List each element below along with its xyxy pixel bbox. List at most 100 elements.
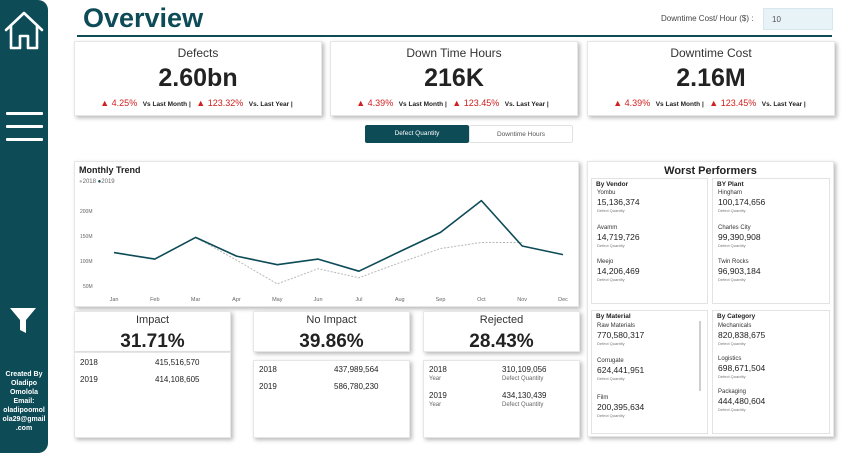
table-row-value: 586,780,230 [334, 382, 379, 391]
plant-panel: BY Plant Hingham 100,174,656 Defect Quanti… [712, 178, 830, 304]
x-tick-label: Oct [477, 297, 486, 303]
month-change: 4.39% [624, 98, 651, 108]
item-name: Logistics [718, 356, 742, 362]
impact-title: Impact [135, 314, 169, 326]
downtime-cost-label: Downtime Cost/ Hour ($) : [661, 14, 754, 23]
trend-chart: Jan Feb Mar Apr May Jun Jul Aug Sep Oct Nov Dec [110, 199, 568, 303]
credit-line: Oladipo [10, 380, 38, 387]
rejected-card: Rejected 28.43% [423, 311, 580, 352]
tab-defect-quantity[interactable]: Defect Quantity [365, 125, 469, 143]
credit-line: Email: [13, 398, 35, 405]
no-impact-value: 39.86% [299, 331, 364, 352]
rejected-table: 2018 Year 310,109,056 Defect Quantity 20… [423, 360, 580, 438]
item-name: Yombu [597, 190, 616, 196]
author-credit: Created By Oladipo Omolola Email: oladip… [0, 370, 48, 433]
title-divider [77, 35, 832, 37]
material-heading: By Material [596, 313, 631, 320]
table-row-value: 434,130,439 [502, 391, 547, 400]
tab-downtime-hours[interactable]: Downtime Hours [469, 125, 573, 143]
home-icon[interactable] [2, 8, 46, 52]
month-change: 4.25% [111, 98, 138, 108]
item-name: Film [597, 395, 609, 401]
item-name: Packaging [718, 389, 747, 395]
kpi-title: Downtime Cost [670, 46, 752, 60]
x-tick-label: Dec [558, 297, 568, 303]
impact-table: 2018 415,516,570 2019 414,108,605 [74, 352, 231, 438]
table-row-year: 2018 [80, 358, 98, 367]
item-value: 444,480,604 [718, 396, 766, 406]
vendor-heading: By Vendor [596, 181, 629, 188]
no-impact-table: 2018 437,989,564 2019 586,780,230 [253, 360, 410, 438]
item-name: Twin Rocks [718, 259, 749, 265]
value-caption: Defect Quantity [502, 402, 544, 408]
kpi-value: 216K [424, 64, 484, 92]
item-name: Meejo [597, 259, 614, 265]
worst-performers-title: Worst Performers [664, 165, 757, 177]
category-heading: By Category [717, 313, 756, 320]
kpi-comparison: ▲ 4.39% Vs Last Month | ▲ 123.45% Vs. La… [331, 98, 577, 108]
kpi-card-downtime-hours: Down Time Hours 216K ▲ 4.39% Vs Last Mon… [330, 41, 578, 116]
year-change: 123.32% [207, 98, 244, 108]
x-tick-label: Jun [314, 297, 323, 303]
downtime-cost-input[interactable] [763, 8, 833, 30]
page-title: Overview [83, 3, 204, 33]
list-item: Meejo 14,206,469 Defect Quantity [597, 258, 640, 282]
list-item: Raw Materials 770,580,317 Defect Quantity [597, 322, 644, 346]
kpi-comparison: ▲ 4.25% Vs Last Month | ▲ 123.32% Vs. La… [75, 98, 321, 108]
x-tick-label: Aug [395, 297, 405, 303]
list-item: Hingham 100,174,656 Defect Quantity [718, 189, 765, 213]
item-caption: Defect Quantity [718, 374, 746, 379]
kpi-title: Down Time Hours [406, 46, 502, 60]
list-item: Packaging 444,480,604 Defect Quantity [718, 388, 765, 412]
x-tick-label: Nov [517, 297, 527, 303]
month-label: Vs Last Month | [142, 101, 191, 108]
x-tick-label: Jul [355, 297, 362, 303]
year-change: 123.45% [463, 98, 500, 108]
list-item: Mechanicals 820,838,675 Defect Quantity [718, 322, 765, 346]
material-scrollbar[interactable] [699, 321, 701, 391]
impact-card: Impact 31.71% [74, 311, 231, 352]
year-change: 123.45% [720, 98, 757, 108]
impact-value: 31.71% [120, 331, 185, 352]
up-arrow-icon: ▲ [709, 98, 719, 108]
item-caption: Defect Quantity [597, 208, 625, 213]
table-row-value: 437,989,564 [334, 365, 379, 374]
credit-line: oladipoomol [3, 407, 45, 414]
x-tick-label: Sep [436, 297, 446, 303]
x-tick-label: Mar [191, 297, 201, 303]
worst-performers-card: Worst Performers By Vendor Yombu 15,136,3… [587, 161, 834, 437]
item-caption: Defect Quantity [597, 376, 625, 381]
item-name: Hingham [718, 190, 743, 196]
up-arrow-icon: ▲ [196, 98, 206, 108]
category-panel: By Category Mechanicals 820,838,675 Defect… [712, 310, 830, 434]
plant-heading: BY Plant [717, 181, 744, 188]
item-value: 698,671,504 [718, 363, 766, 373]
rejected-value: 28.43% [469, 331, 534, 352]
item-caption: Defect Quantity [718, 341, 746, 346]
item-value: 200,395,634 [597, 402, 645, 412]
material-panel: By Material Raw Materials 770,580,317 Defe… [591, 310, 708, 434]
vendor-panel: By Vendor Yombu 15,136,374 Defect Quantity… [591, 178, 708, 304]
table-row-year: 2018 [259, 365, 277, 374]
item-value: 99,390,908 [718, 232, 761, 242]
table-row-value: 310,109,056 [502, 365, 547, 374]
sidebar: Created By Oladipo Omolola Email: oladip… [0, 0, 48, 453]
filter-icon[interactable] [9, 306, 37, 336]
item-caption: Defect Quantity [597, 413, 625, 418]
monthly-trend-card: Monthly Trend ●2018 ●2019 200M 150M 100M… [74, 161, 579, 307]
x-tick-label: Feb [150, 297, 159, 303]
kpi-card-downtime-cost: Downtime Cost 2.16M ▲ 4.39% Vs Last Mont… [587, 41, 835, 116]
item-value: 770,580,317 [597, 330, 645, 340]
item-value: 624,441,951 [597, 365, 645, 375]
table-row-value: 414,108,605 [155, 375, 200, 384]
year-caption: Year [429, 376, 442, 382]
list-item: Yombu 15,136,374 Defect Quantity [597, 189, 640, 213]
year-caption: Year [429, 402, 442, 408]
item-value: 14,206,469 [597, 266, 640, 276]
year-label: Vs. Last Year | [504, 101, 549, 108]
menu-icon[interactable] [6, 112, 44, 148]
item-name: Avamm [597, 225, 618, 231]
x-tick-label: Apr [232, 297, 241, 303]
item-value: 100,174,656 [718, 197, 766, 207]
no-impact-title: No Impact [306, 314, 357, 326]
